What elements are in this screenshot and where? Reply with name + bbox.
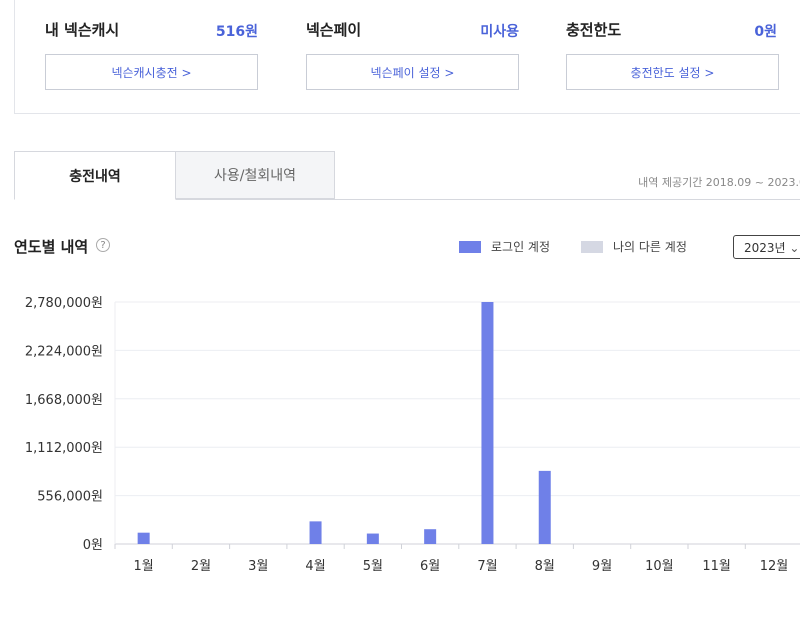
x-tick-label: 8월 bbox=[535, 559, 555, 574]
x-tick-label: 2월 bbox=[191, 559, 211, 574]
section-title: 연도별 내역 bbox=[14, 238, 89, 256]
nexon-pay-settings-button[interactable]: 넥슨페이 설정 > bbox=[306, 54, 519, 90]
bar-login-account bbox=[424, 529, 437, 544]
y-tick-label: 1,668,000원 bbox=[25, 393, 103, 408]
bar-login-account bbox=[137, 532, 150, 544]
nexon-pay-value: 미사용 bbox=[480, 24, 519, 40]
nexon-cash-value: 516원 bbox=[215, 24, 258, 40]
bar-login-account bbox=[366, 533, 379, 544]
y-tick-label: 1,112,000원 bbox=[25, 441, 103, 456]
tab-charge-history[interactable]: 충전내역 bbox=[14, 151, 176, 200]
x-tick-label: 4월 bbox=[305, 559, 325, 574]
legend-item-login-account: 로그인 계정 bbox=[459, 238, 550, 255]
tab-usage-history[interactable]: 사용/철회내역 bbox=[176, 151, 335, 199]
chevron-down-icon: ⌄ bbox=[789, 241, 800, 255]
x-tick-label: 12월 bbox=[760, 559, 789, 574]
charge-limit-value: 0원 bbox=[754, 24, 777, 40]
x-tick-label: 5월 bbox=[363, 559, 383, 574]
legend-label: 나의 다른 계정 bbox=[613, 240, 687, 254]
nexon-cash-title: 내 넥슨캐시 bbox=[45, 21, 120, 39]
y-tick-label: 2,224,000원 bbox=[25, 344, 103, 359]
y-tick-label: 2,780,000원 bbox=[25, 296, 103, 311]
x-tick-label: 6월 bbox=[420, 559, 440, 574]
legend-item-other-account: 나의 다른 계정 bbox=[581, 238, 687, 255]
x-tick-label: 11월 bbox=[702, 559, 731, 574]
x-tick-label: 10월 bbox=[645, 559, 674, 574]
y-tick-label: 556,000원 bbox=[37, 490, 103, 505]
charge-limit-title: 충전한도 bbox=[566, 21, 622, 39]
nexon-cash-charge-button[interactable]: 넥슨캐시충전 > bbox=[45, 54, 258, 90]
bar-login-account bbox=[538, 470, 551, 544]
year-select-value: 2023년 bbox=[744, 241, 786, 255]
legend-swatch bbox=[581, 240, 603, 253]
question-circle-icon[interactable]: ? bbox=[96, 238, 110, 252]
legend-label: 로그인 계정 bbox=[491, 240, 551, 254]
charge-limit-settings-button[interactable]: 충전한도 설정 > bbox=[566, 54, 779, 90]
yearly-bar-chart: 0원 556,000원 1,112,000원 1,668,000원 2,224,000원… bbox=[25, 296, 800, 574]
account-summary-panel: 내 넥슨캐시 516원 넥슨캐시충전 > 넥슨페이 미사용 넥슨페이 설정 > … bbox=[14, 0, 800, 114]
x-tick-label: 9월 bbox=[592, 559, 612, 574]
legend-swatch bbox=[459, 240, 481, 253]
x-tick-label: 1월 bbox=[134, 559, 154, 574]
nexon-pay-title: 넥슨페이 bbox=[306, 21, 362, 39]
year-select[interactable]: 2023년 ⌄ bbox=[733, 235, 800, 259]
bar-login-account bbox=[481, 302, 494, 544]
x-tick-label: 7월 bbox=[477, 559, 497, 574]
x-tick-label: 3월 bbox=[248, 559, 268, 574]
history-period-text: 내역 제공기간 2018.09 ~ 2023.0 bbox=[638, 176, 800, 189]
y-tick-label: 0원 bbox=[83, 538, 103, 553]
bar-login-account bbox=[309, 521, 322, 544]
